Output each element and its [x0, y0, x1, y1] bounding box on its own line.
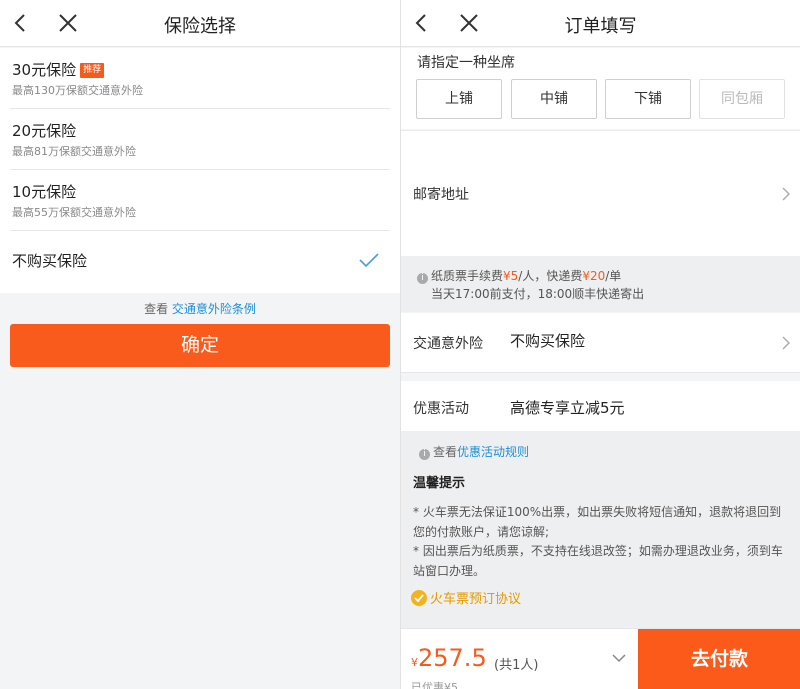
option-desc: 最高55万保额交通意外险 — [12, 206, 136, 219]
fee-notice: i 纸质票手续费¥5/人，快递费¥20/单 当天17:00前支付，18:00顺丰快… — [401, 256, 800, 312]
checkout-bar: ¥257.5 (共1人) 已优惠¥5 去付款 — [401, 628, 800, 689]
total-price: ¥257.5 — [411, 644, 487, 672]
fee-label: 纸质票手续费 — [431, 269, 504, 283]
page-title: 订单填写 — [564, 16, 637, 37]
shipping-time: 当天17:00前支付，18:00顺丰快递寄出 — [431, 287, 645, 301]
insurance-options: 30元保险 推荐 最高130万保额交通意外险 20元保险 最高81万保额交通意外险… — [0, 48, 400, 293]
fee-line: i 纸质票手续费¥5/人，快递费¥20/单 — [417, 267, 621, 284]
nav-bar: 订单填写 — [401, 0, 800, 47]
checkbox-checked-icon[interactable] — [411, 590, 427, 606]
option-name: 10元保险 — [12, 183, 77, 201]
recommend-badge: 推荐 — [80, 63, 105, 78]
insurance-option-10[interactable]: 10元保险 最高55万保额交通意外险 — [10, 170, 390, 231]
screenshot-root: 保险选择 30元保险 推荐 最高130万保额交通意外险 20元保险 最高81万保额… — [0, 0, 800, 689]
pay-button[interactable]: 去付款 — [638, 629, 800, 689]
seat-middle-button[interactable]: 中铺 — [511, 79, 597, 119]
option-name: 30元保险 推荐 — [12, 59, 105, 80]
option-name: 不购买保险 — [12, 252, 88, 270]
address-label: 邮寄地址 — [413, 187, 469, 203]
promo-value: 高德专享立减5元 — [510, 399, 625, 417]
page-title: 保险选择 — [164, 16, 236, 37]
price-amount: 257.5 — [418, 644, 487, 672]
promo-rules-link[interactable]: 优惠活动规则 — [457, 445, 529, 459]
info-icon: i — [419, 449, 430, 460]
tips-section: i 查看优惠活动规则 温馨提示 * 火车票无法保证100%出票，如出票失败将短信通… — [401, 431, 800, 631]
checkmark-icon — [359, 253, 379, 268]
agreement-link[interactable]: 火车票预订协议 — [430, 592, 521, 607]
discount-text: 已优惠¥5 — [411, 681, 458, 689]
express-value: ¥20 — [582, 269, 606, 283]
insurance-selection-screen: 保险选择 30元保险 推荐 最高130万保额交通意外险 20元保险 最高81万保额… — [0, 0, 400, 689]
nav-bar: 保险选择 — [0, 0, 400, 47]
currency: ¥ — [411, 656, 418, 669]
order-form-screen: 订单填写 请指定一种坐席 上铺 中铺 下铺 同包厢 邮寄地址 i 纸质票手续费¥5… — [400, 0, 800, 689]
rules-prefix: 查看 — [433, 445, 458, 459]
seat-section: 请指定一种坐席 上铺 中铺 下铺 同包厢 — [401, 48, 800, 129]
tips-title: 温馨提示 — [413, 476, 466, 491]
promo-rules: i 查看优惠活动规则 — [419, 443, 529, 460]
fee-value: ¥5 — [503, 269, 519, 283]
agreement-row[interactable]: 火车票预订协议 — [411, 588, 521, 607]
tip-item: * 因出票后为纸质票，不支持在线退改签；如需办理退改业务，须到车站窗口办理。 — [413, 544, 783, 578]
option-desc: 最高81万保额交通意外险 — [12, 145, 136, 158]
terms-link[interactable]: 交通意外险条例 — [172, 302, 256, 316]
seat-same-compartment-button[interactable]: 同包厢 — [699, 79, 785, 119]
chevron-right-icon — [782, 336, 790, 350]
promotion-row: 优惠活动 高德专享立减5元 — [401, 381, 800, 431]
option-desc: 最高130万保额交通意外险 — [12, 84, 143, 97]
seat-title: 请指定一种坐席 — [417, 55, 515, 71]
option-name: 20元保险 — [12, 122, 77, 140]
express-unit: /单 — [605, 269, 622, 283]
tip-item: * 火车票无法保证100%出票，如出票失败将短信通知，退款将退回到您的付款账户，… — [413, 505, 782, 539]
view-prefix: 查看 — [144, 302, 169, 316]
seat-upper-button[interactable]: 上铺 — [416, 79, 502, 119]
mailing-address-row[interactable]: 邮寄地址 — [401, 130, 800, 256]
passenger-count: (共1人) — [494, 658, 539, 673]
promo-label: 优惠活动 — [413, 401, 469, 417]
info-icon: i — [417, 273, 428, 284]
insurance-option-30[interactable]: 30元保险 推荐 最高130万保额交通意外险 — [10, 48, 390, 109]
insurance-option-none[interactable]: 不购买保险 — [10, 231, 390, 293]
insurance-label: 交通意外险 — [413, 336, 483, 352]
fee-unit: /人，快递费 — [518, 269, 583, 283]
insurance-value: 不购买保险 — [510, 332, 586, 350]
chevron-down-icon[interactable] — [612, 653, 626, 663]
chevron-right-icon — [782, 187, 790, 201]
insurance-option-20[interactable]: 20元保险 最高81万保额交通意外险 — [10, 109, 390, 170]
confirm-button[interactable]: 确定 — [10, 324, 390, 367]
insurance-row[interactable]: 交通意外险 不购买保险 — [401, 313, 800, 373]
option-label: 30元保险 — [12, 61, 77, 79]
view-terms: 查看 交通意外险条例 — [0, 300, 400, 317]
seat-lower-button[interactable]: 下铺 — [605, 79, 691, 119]
